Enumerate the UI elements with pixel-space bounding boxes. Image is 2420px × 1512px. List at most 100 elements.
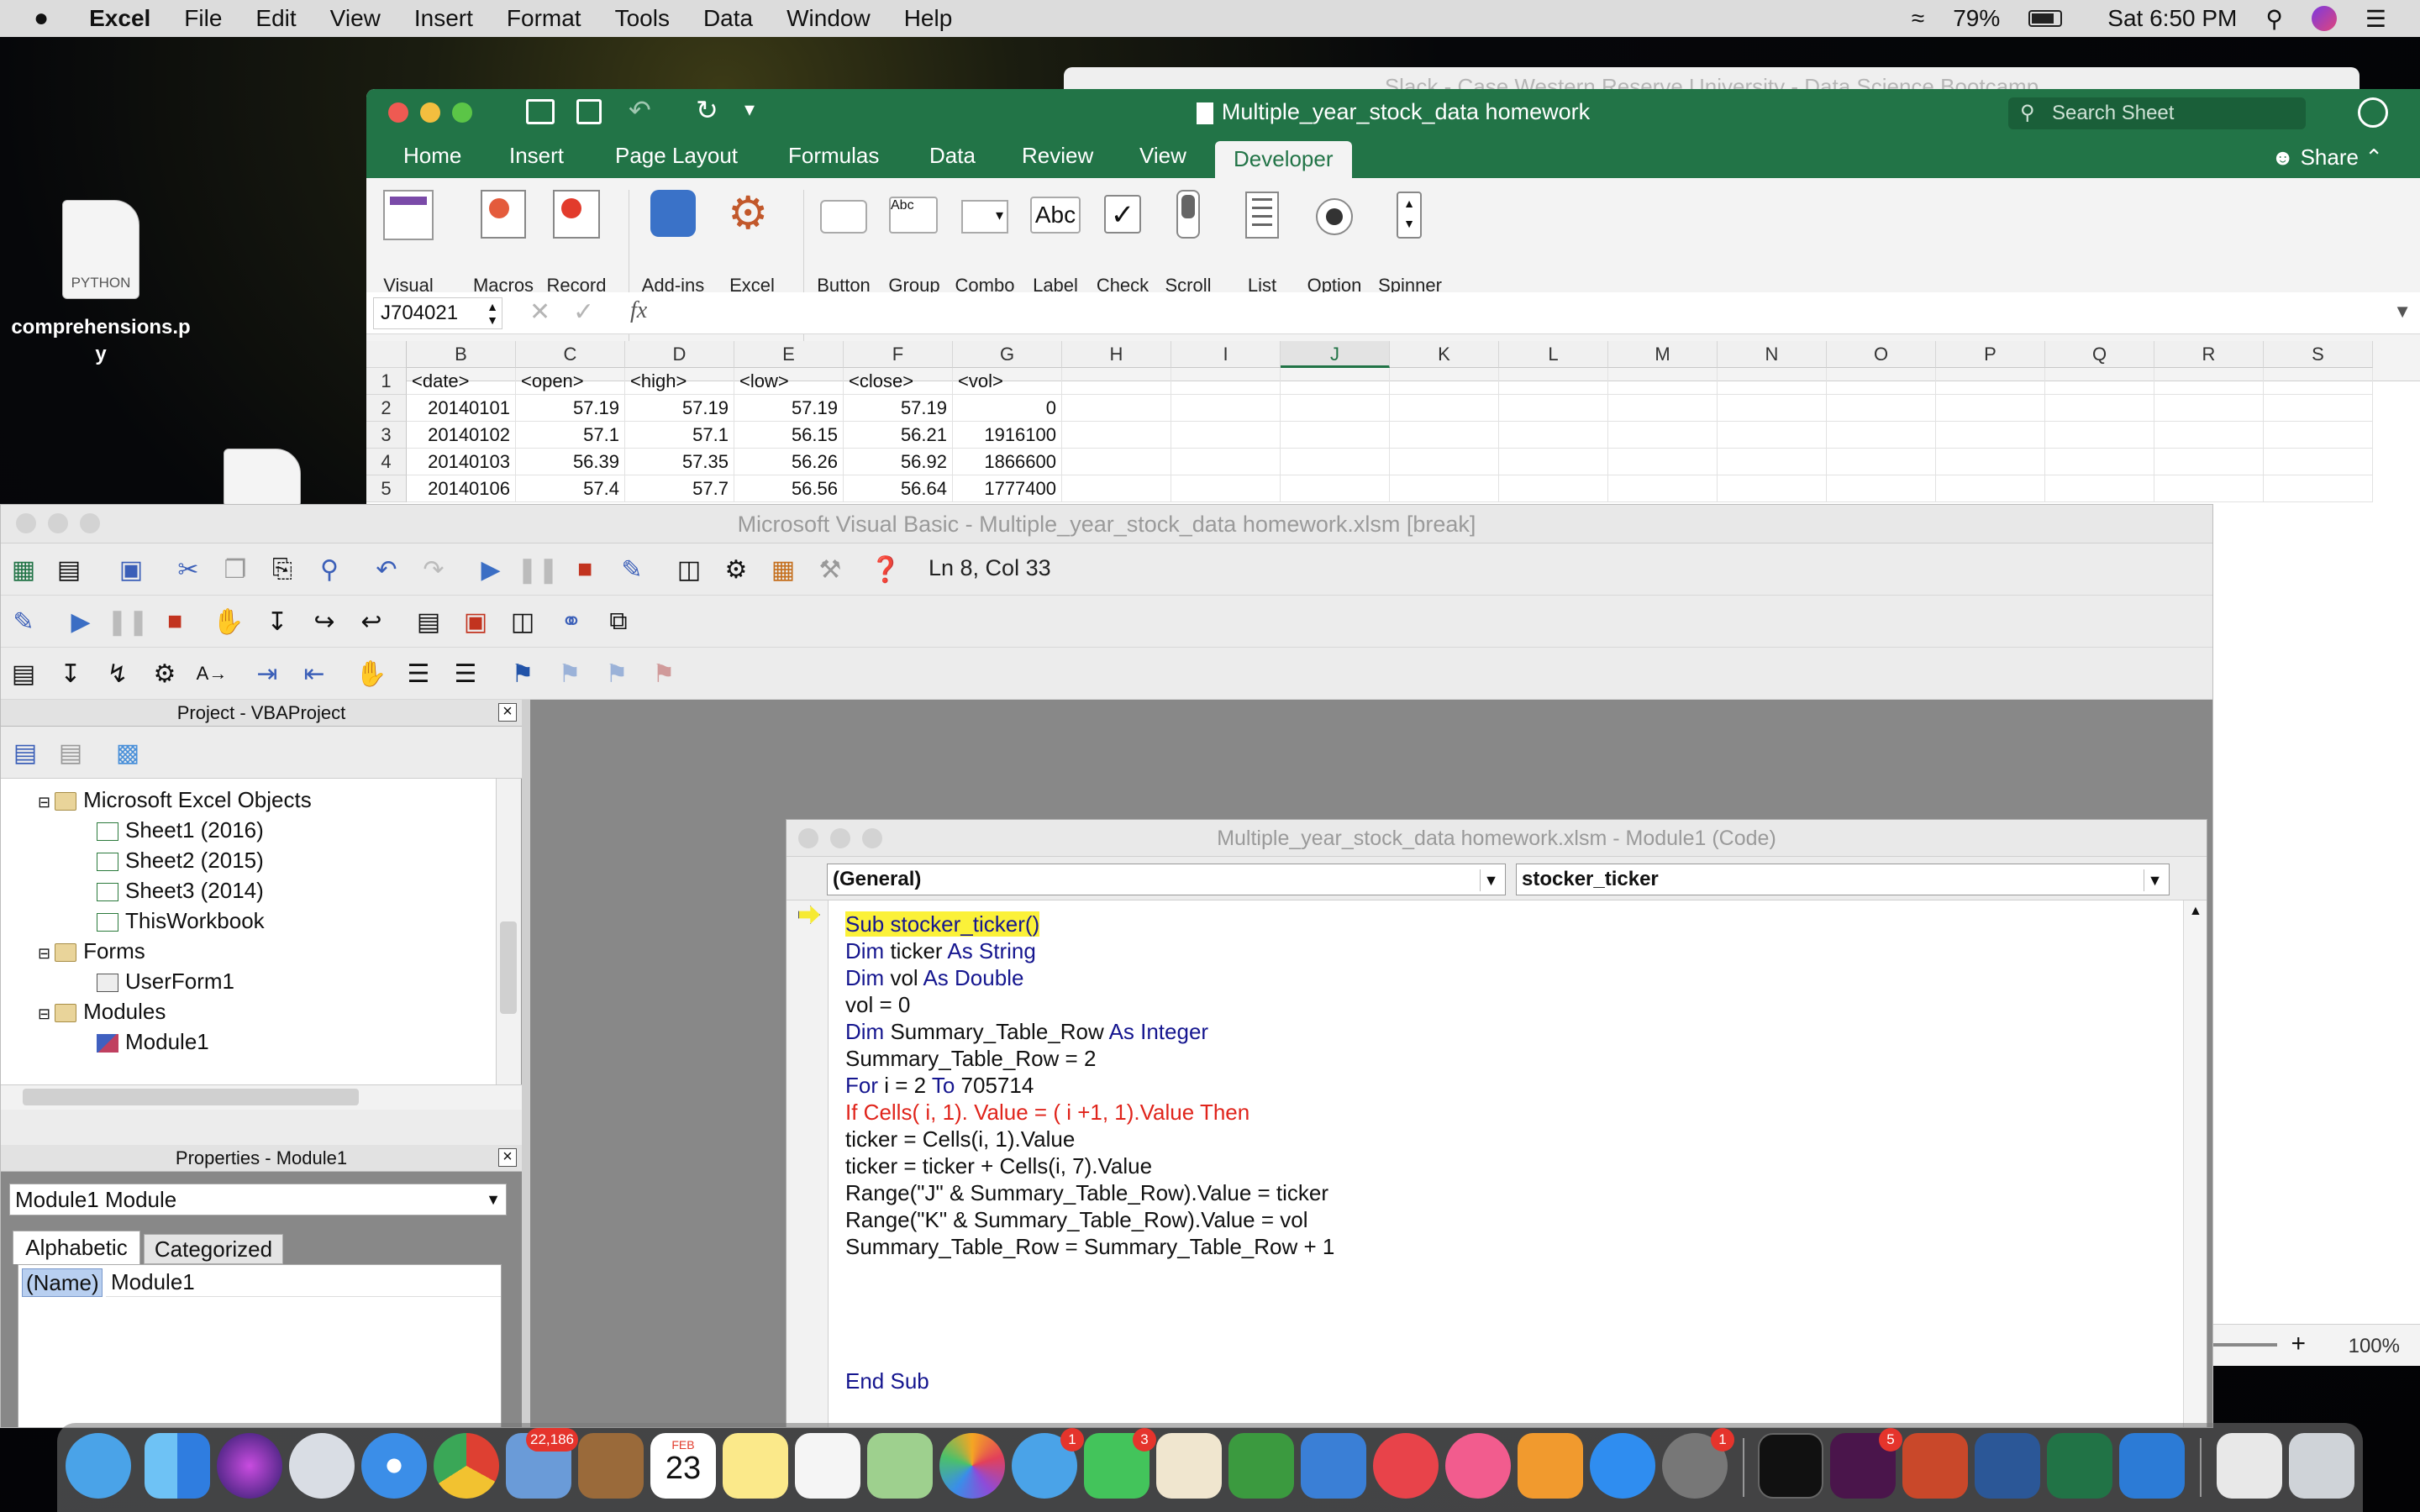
expand-formula-icon[interactable]: ▼: [2393, 301, 2412, 323]
reset-icon[interactable]: ■: [569, 554, 601, 585]
redo-icon[interactable]: ↷: [418, 554, 450, 585]
close-panel-icon[interactable]: ×: [498, 1148, 517, 1167]
dock-messages-icon[interactable]: 1: [1012, 1428, 1084, 1499]
dock-news-icon[interactable]: [1373, 1433, 1439, 1499]
dock-excel-icon[interactable]: [2047, 1433, 2112, 1499]
insert-function-icon[interactable]: fx: [630, 297, 647, 324]
table-cell[interactable]: [1062, 395, 1171, 422]
tab-data[interactable]: Data: [929, 143, 976, 169]
paste-icon[interactable]: ⎘: [266, 554, 298, 585]
complete-word-icon[interactable]: A→: [196, 658, 228, 690]
dock-mail-icon[interactable]: 22,186: [506, 1428, 578, 1499]
break-icon[interactable]: ❚❚: [517, 554, 559, 585]
code-window[interactable]: Multiple_year_stock_data homework.xlsm -…: [786, 819, 2207, 1427]
table-cell[interactable]: 1916100: [953, 422, 1062, 449]
dock-slack-icon[interactable]: 5: [1830, 1428, 1902, 1499]
table-cell[interactable]: [1936, 395, 2045, 422]
table-cell[interactable]: [1281, 395, 1390, 422]
table-cell[interactable]: 56.64: [844, 475, 953, 502]
table-cell[interactable]: [1390, 475, 1499, 502]
cut-icon[interactable]: ✂: [172, 554, 204, 585]
column-header-n[interactable]: N: [1718, 341, 1827, 368]
table-cell[interactable]: [1171, 422, 1281, 449]
table-cell[interactable]: [1936, 449, 2045, 475]
table-cell[interactable]: [1499, 368, 1608, 395]
code-line-12[interactable]: Range("K" & Summary_Table_Row).Value = v…: [845, 1206, 1334, 1233]
table-cell[interactable]: [1062, 475, 1171, 502]
table-cell[interactable]: [1499, 422, 1608, 449]
table-cell[interactable]: [1608, 422, 1718, 449]
menubar-clock[interactable]: Sat 6:50 PM: [2107, 5, 2237, 32]
find-icon[interactable]: ⚲: [313, 554, 345, 585]
table-cell[interactable]: [1062, 449, 1171, 475]
second-file-icon[interactable]: [224, 449, 301, 507]
row-header[interactable]: 2: [366, 395, 407, 422]
zoom-level[interactable]: 100%: [2349, 1335, 2400, 1358]
tab-formulas[interactable]: Formulas: [788, 143, 879, 169]
dock-chrome-icon[interactable]: [434, 1433, 499, 1499]
comment-block-icon[interactable]: ☰: [402, 658, 434, 690]
tree-node-modules[interactable]: ⊟ Modules: [38, 999, 166, 1025]
object-combo[interactable]: (General) ▼: [827, 864, 1506, 895]
immediate-window-icon[interactable]: ▣: [460, 606, 492, 638]
collapse-icon[interactable]: ⊟: [38, 794, 55, 811]
table-cell[interactable]: 57.4: [516, 475, 625, 502]
table-cell[interactable]: [1171, 475, 1281, 502]
table-cell[interactable]: [1499, 395, 1608, 422]
formula-input[interactable]: [674, 297, 2338, 329]
table-cell[interactable]: 56.92: [844, 449, 953, 475]
view-code-icon[interactable]: ▤: [9, 737, 41, 769]
table-cell[interactable]: [2264, 368, 2373, 395]
column-header-j[interactable]: J: [1281, 341, 1390, 368]
table-cell[interactable]: [2264, 395, 2373, 422]
tree-node-sheet2[interactable]: Sheet2 (2015): [97, 848, 264, 874]
tab-view[interactable]: View: [1139, 143, 1186, 169]
collapse-icon[interactable]: ⊟: [38, 1005, 55, 1022]
table-cell[interactable]: 57.1: [625, 422, 734, 449]
view-excel-icon[interactable]: ▦: [8, 554, 39, 585]
code-margin[interactable]: [786, 900, 829, 1427]
table-cell[interactable]: 56.26: [734, 449, 844, 475]
column-header-k[interactable]: K: [1390, 341, 1499, 368]
toggle-breakpoint-icon[interactable]: ✋: [355, 658, 387, 690]
dock-trash-icon[interactable]: [2289, 1433, 2354, 1499]
menu-edit[interactable]: Edit: [255, 5, 296, 32]
tree-node-forms[interactable]: ⊟ Forms: [38, 938, 145, 964]
dock-books-icon[interactable]: [1518, 1433, 1583, 1499]
step-over-icon[interactable]: ↪: [308, 606, 340, 638]
column-header-d[interactable]: D: [625, 341, 734, 368]
watch-window-icon[interactable]: ◫: [507, 606, 539, 638]
table-cell[interactable]: [1827, 449, 1936, 475]
dock-facetime-icon[interactable]: 3: [1084, 1428, 1156, 1499]
table-cell[interactable]: [1718, 395, 1827, 422]
indent-icon[interactable]: ⇥: [251, 658, 283, 690]
vba-editor-window[interactable]: Microsoft Visual Basic - Multiple_year_s…: [0, 504, 2213, 1428]
procedure-combo[interactable]: stocker_ticker ▼: [1516, 864, 2170, 895]
column-header-h[interactable]: H: [1062, 341, 1171, 368]
run-icon[interactable]: ▶: [475, 554, 507, 585]
toggle-bookmark-icon[interactable]: ⚑: [507, 658, 539, 690]
copy-icon[interactable]: ❐: [219, 554, 251, 585]
column-header-f[interactable]: F: [844, 341, 953, 368]
table-cell[interactable]: [1281, 422, 1390, 449]
tree-node-module1[interactable]: Module1: [97, 1029, 209, 1055]
undo-icon[interactable]: ↶: [371, 554, 402, 585]
tab-insert[interactable]: Insert: [509, 143, 564, 169]
run-icon[interactable]: ▶: [65, 606, 97, 638]
properties-object-select[interactable]: Module1 Module ▼: [9, 1184, 507, 1215]
table-cell[interactable]: 57.19: [844, 395, 953, 422]
search-sheet-input[interactable]: ⚲ Search Sheet: [2008, 97, 2306, 129]
table-cell[interactable]: [1062, 422, 1171, 449]
next-bookmark-icon[interactable]: ⚑: [554, 658, 586, 690]
view-object-icon[interactable]: ▤: [55, 737, 87, 769]
uncomment-block-icon[interactable]: ☰: [450, 658, 481, 690]
table-cell[interactable]: <low>: [734, 368, 844, 395]
table-cell[interactable]: [2264, 449, 2373, 475]
row-header[interactable]: 1: [366, 368, 407, 395]
table-cell[interactable]: [1608, 449, 1718, 475]
table-cell[interactable]: 57.35: [625, 449, 734, 475]
confirm-formula-icon[interactable]: ✓: [573, 297, 594, 327]
table-cell[interactable]: 57.19: [734, 395, 844, 422]
table-cell[interactable]: [1390, 368, 1499, 395]
dock-terminal-icon[interactable]: [1758, 1433, 1823, 1499]
